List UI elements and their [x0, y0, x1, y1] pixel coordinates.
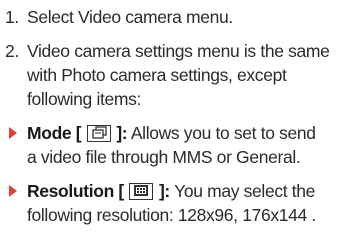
bullet-arrow-icon [9, 127, 17, 139]
item-label: Mode [ [27, 123, 82, 143]
item-label-end: ]: [158, 181, 170, 201]
step-text-line: following items: [27, 89, 142, 109]
item-label-end: ]: [116, 123, 128, 143]
instruction-page: 1. Select Video camera menu. 2. Video came… [0, 0, 337, 245]
item-desc: Allows you to set to send [127, 123, 316, 143]
mode-icon [86, 125, 111, 142]
item-desc-line: following resolution: 128x96, 176x144 . [27, 205, 316, 225]
step-text-line: Video camera settings menu is the same [27, 41, 330, 61]
bullet-arrow-icon [9, 185, 17, 197]
item-label: Resolution [ [27, 181, 124, 201]
step-text-line: with Photo camera settings, except [27, 65, 287, 85]
item-desc-line: a video file through MMS or General. [27, 147, 301, 167]
step-number: 2. [5, 41, 19, 61]
step-2: 2. Video camera settings menu is the same… [5, 39, 337, 111]
step-text: Select Video camera menu. [27, 7, 233, 27]
step-1: 1. Select Video camera menu. [5, 5, 337, 29]
resolution-icon [129, 183, 154, 200]
step-number: 1. [5, 7, 19, 27]
item-desc: You may select the [169, 181, 316, 201]
bullet-item-resolution: Resolution [ ]: You may select the follo… [5, 179, 337, 227]
bullet-item-mode: Mode [ ]: Allows you to set to send a vi… [5, 121, 337, 169]
